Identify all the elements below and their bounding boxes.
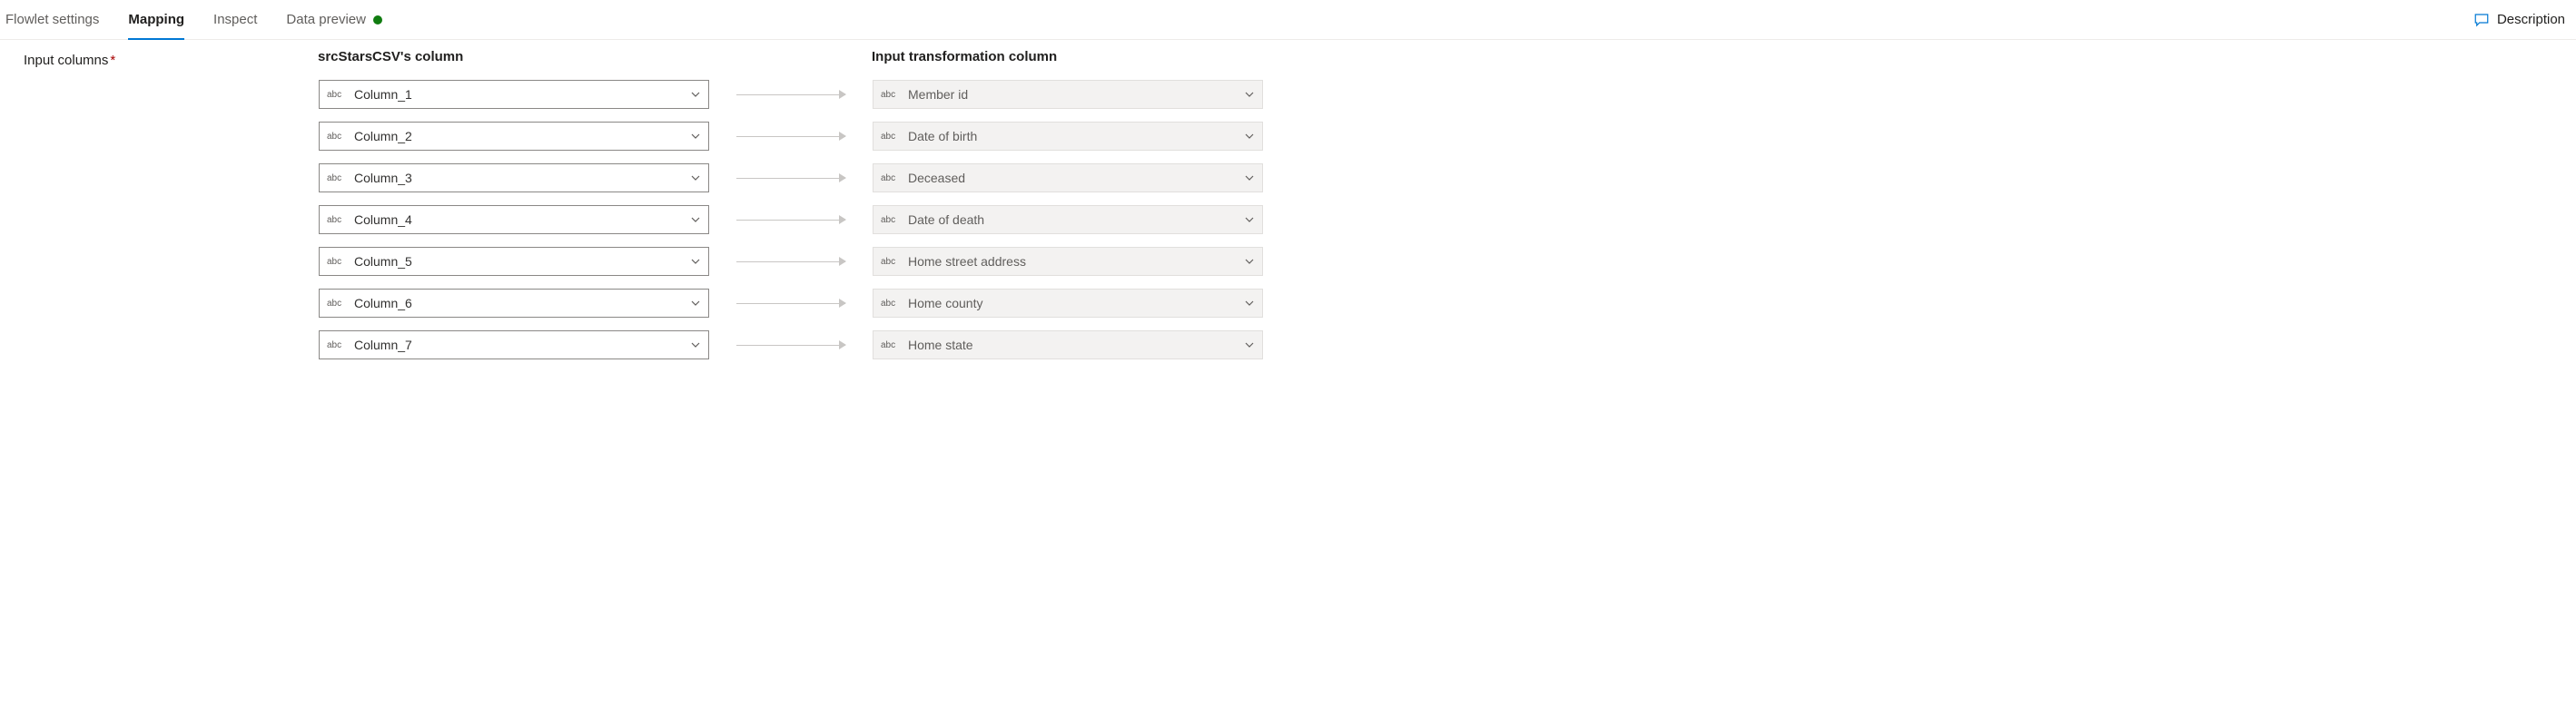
- type-tag: abc: [327, 340, 347, 350]
- mapping-arrow: [709, 303, 873, 304]
- arrow-right-icon: [736, 220, 845, 221]
- input-columns-label: Input columns*: [0, 49, 245, 362]
- chevron-down-icon: [690, 298, 701, 309]
- status-dot-icon: [373, 15, 382, 25]
- type-tag: abc: [881, 90, 901, 100]
- tab-label: Inspect: [213, 12, 257, 27]
- chevron-down-icon: [690, 339, 701, 350]
- type-tag: abc: [881, 173, 901, 183]
- chevron-down-icon: [1244, 298, 1255, 309]
- chevron-down-icon: [1244, 339, 1255, 350]
- mapping-row: abc Column_3 abc Deceased: [245, 161, 2558, 195]
- source-column-value: Column_6: [354, 296, 690, 310]
- chevron-down-icon: [690, 131, 701, 142]
- type-tag: abc: [327, 257, 347, 267]
- source-column-dropdown[interactable]: abc Column_7: [319, 330, 709, 359]
- source-column-dropdown[interactable]: abc Column_1: [319, 80, 709, 109]
- target-column-dropdown[interactable]: abc Date of birth: [873, 122, 1263, 151]
- required-mark: *: [110, 53, 115, 68]
- target-column-header: Input transformation column: [872, 49, 1057, 64]
- type-tag: abc: [881, 340, 901, 350]
- mapping-row: abc Column_6 abc Home county: [245, 286, 2558, 320]
- source-column-value: Column_5: [354, 254, 690, 269]
- source-column-dropdown[interactable]: abc Column_3: [319, 163, 709, 192]
- chevron-down-icon: [690, 256, 701, 267]
- chevron-down-icon: [1244, 256, 1255, 267]
- source-column-dropdown[interactable]: abc Column_5: [319, 247, 709, 276]
- tab-bar: Flowlet settings Mapping Inspect Data pr…: [0, 0, 2576, 40]
- comment-icon: [2473, 12, 2490, 28]
- description-label: Description: [2497, 12, 2565, 27]
- source-column-dropdown[interactable]: abc Column_4: [319, 205, 709, 234]
- source-column-value: Column_1: [354, 87, 690, 102]
- target-column-value: Date of death: [908, 212, 1244, 227]
- type-tag: abc: [327, 215, 347, 225]
- type-tag: abc: [881, 132, 901, 142]
- mapping-row: abc Column_4 abc Date of death: [245, 202, 2558, 237]
- arrow-right-icon: [736, 303, 845, 304]
- mapping-arrow: [709, 261, 873, 262]
- tab-label: Mapping: [128, 12, 184, 27]
- chevron-down-icon: [1244, 172, 1255, 183]
- source-column-value: Column_7: [354, 338, 690, 352]
- target-column-dropdown[interactable]: abc Home county: [873, 289, 1263, 318]
- tab-label: Data preview: [286, 12, 366, 27]
- target-column-value: Deceased: [908, 171, 1244, 185]
- chevron-down-icon: [690, 89, 701, 100]
- chevron-down-icon: [1244, 131, 1255, 142]
- mapping-arrow: [709, 178, 873, 179]
- tab-inspect[interactable]: Inspect: [213, 0, 257, 39]
- type-tag: abc: [881, 257, 901, 267]
- mapping-arrow: [709, 136, 873, 137]
- arrow-right-icon: [736, 136, 845, 137]
- source-column-header: srcStarsCSV's column: [318, 49, 708, 64]
- source-column-value: Column_3: [354, 171, 690, 185]
- target-column-dropdown[interactable]: abc Deceased: [873, 163, 1263, 192]
- arrow-right-icon: [736, 345, 845, 346]
- arrow-right-icon: [736, 178, 845, 179]
- target-column-value: Home state: [908, 338, 1244, 352]
- mapping-arrow: [709, 94, 873, 95]
- tab-mapping[interactable]: Mapping: [128, 0, 184, 39]
- source-column-dropdown[interactable]: abc Column_6: [319, 289, 709, 318]
- type-tag: abc: [327, 173, 347, 183]
- source-column-dropdown[interactable]: abc Column_2: [319, 122, 709, 151]
- type-tag: abc: [327, 132, 347, 142]
- target-column-dropdown[interactable]: abc Home state: [873, 330, 1263, 359]
- target-column-value: Member id: [908, 87, 1244, 102]
- arrow-right-icon: [736, 94, 845, 95]
- chevron-down-icon: [1244, 89, 1255, 100]
- source-column-value: Column_4: [354, 212, 690, 227]
- target-column-value: Home county: [908, 296, 1244, 310]
- tab-flowlet-settings[interactable]: Flowlet settings: [5, 0, 99, 39]
- target-column-dropdown[interactable]: abc Member id: [873, 80, 1263, 109]
- target-column-dropdown[interactable]: abc Home street address: [873, 247, 1263, 276]
- chevron-down-icon: [690, 214, 701, 225]
- chevron-down-icon: [1244, 214, 1255, 225]
- chevron-down-icon: [690, 172, 701, 183]
- target-column-value: Home street address: [908, 254, 1244, 269]
- mapping-row: abc Column_2 abc Date of birth: [245, 119, 2558, 153]
- mapping-row: abc Column_7 abc Home state: [245, 328, 2558, 362]
- source-column-value: Column_2: [354, 129, 690, 143]
- description-link[interactable]: Description: [2473, 12, 2571, 28]
- mapping-row: abc Column_1 abc Member id: [245, 77, 2558, 112]
- arrow-right-icon: [736, 261, 845, 262]
- target-column-value: Date of birth: [908, 129, 1244, 143]
- target-column-dropdown[interactable]: abc Date of death: [873, 205, 1263, 234]
- mapping-arrow: [709, 345, 873, 346]
- type-tag: abc: [881, 299, 901, 309]
- type-tag: abc: [881, 215, 901, 225]
- tab-label: Flowlet settings: [5, 12, 99, 27]
- mapping-arrow: [709, 220, 873, 221]
- type-tag: abc: [327, 90, 347, 100]
- tab-data-preview[interactable]: Data preview: [286, 0, 382, 39]
- type-tag: abc: [327, 299, 347, 309]
- mapping-row: abc Column_5 abc Home street address: [245, 244, 2558, 279]
